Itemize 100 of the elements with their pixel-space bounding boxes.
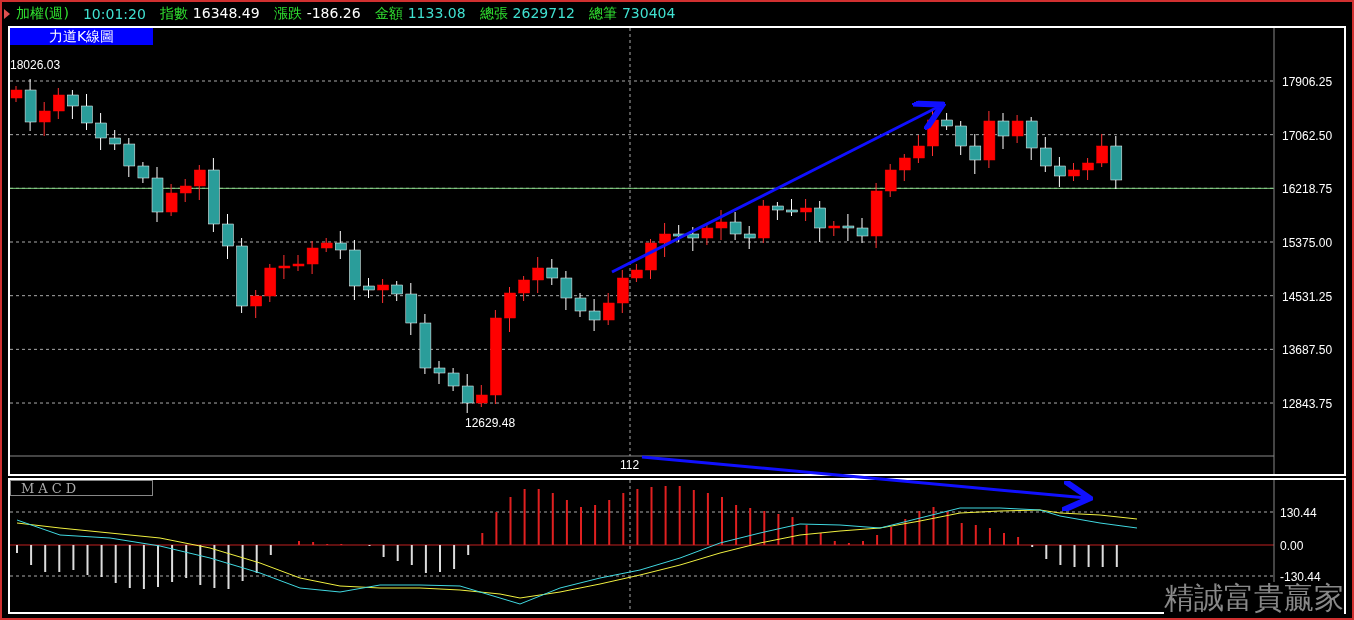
histogram-bar — [495, 511, 498, 546]
histogram-bar — [1031, 544, 1034, 548]
histogram-bar — [594, 504, 597, 546]
field-value: 730404 — [621, 5, 676, 23]
histogram-bar — [340, 543, 343, 546]
histogram-bar — [678, 485, 681, 546]
candlestick — [377, 278, 389, 304]
histogram-bar — [100, 544, 103, 578]
histogram-bar — [269, 544, 272, 556]
candlestick — [729, 211, 742, 241]
histogram-bar — [326, 543, 329, 546]
histogram-bar — [171, 544, 174, 583]
histogram-bar — [749, 507, 752, 546]
candlestick — [222, 213, 234, 260]
histogram-bar — [1059, 544, 1062, 566]
price-axis-label: 12843.75 — [1282, 397, 1333, 411]
candlestick — [194, 164, 206, 201]
candlestick — [913, 134, 925, 164]
macd-axis-label: 130.44 — [1280, 506, 1317, 520]
candlestick — [588, 298, 601, 332]
histogram-bar — [847, 542, 850, 546]
histogram-bar — [833, 540, 836, 546]
histogram-bar — [44, 544, 47, 573]
chart-title-tab[interactable]: 力道K線圖 — [10, 28, 153, 45]
candlestick — [81, 93, 93, 131]
indicator-title: MACD — [10, 480, 153, 496]
candlestick — [800, 198, 812, 222]
histogram-bar — [735, 504, 738, 546]
candlestick — [814, 200, 826, 243]
marker-icon — [4, 9, 10, 19]
histogram-bar — [1115, 544, 1118, 568]
field-label: 總筆 — [588, 5, 617, 23]
price-axis-label: 17062.50 — [1282, 128, 1333, 143]
candlestick — [927, 110, 939, 157]
histogram-bar — [410, 544, 413, 566]
candlestick — [95, 112, 107, 151]
histogram-bar — [692, 489, 695, 546]
candlestick — [532, 256, 544, 294]
candlestick — [250, 289, 262, 319]
candlestick — [476, 384, 488, 408]
candlestick — [786, 198, 798, 217]
field-label: 總張 — [479, 5, 508, 23]
watermark-text: 精誠富貴贏家 — [1164, 582, 1344, 614]
histogram-bar — [30, 544, 33, 566]
candlestick — [53, 87, 65, 120]
candlestick — [405, 282, 418, 336]
candlestick — [899, 153, 911, 182]
histogram-bar — [312, 541, 315, 546]
candlestick — [743, 225, 756, 250]
histogram-bar — [622, 492, 625, 546]
histogram-bar — [1087, 544, 1090, 568]
candlestick — [1110, 135, 1123, 190]
candlestick — [772, 201, 784, 221]
macd-axis-label: -130.44 — [1280, 570, 1321, 584]
histogram-bar — [128, 544, 131, 589]
low-price-label: 12629.48 — [465, 416, 516, 430]
field-value: -186.26 — [306, 5, 361, 23]
histogram-bar — [424, 544, 427, 574]
histogram-bar — [650, 486, 653, 546]
candlestick — [518, 275, 530, 302]
candlestick — [602, 292, 615, 326]
histogram-bar — [706, 492, 709, 546]
histogram-bar — [255, 544, 258, 574]
candlestick — [67, 89, 79, 120]
histogram-bar — [1045, 544, 1048, 560]
candlestick — [363, 277, 375, 299]
histogram-bar — [565, 499, 568, 546]
field-value: 2629712 — [512, 5, 575, 23]
candlestick — [687, 226, 700, 252]
histogram-bar — [890, 526, 893, 546]
histogram-bar — [918, 510, 921, 546]
histogram-bar — [608, 499, 611, 546]
histogram-bar — [946, 510, 949, 546]
price-axis-label: 16218.75 — [1282, 182, 1333, 197]
histogram-bar — [86, 544, 89, 576]
histogram-bar — [58, 544, 61, 573]
candlestick — [955, 120, 967, 156]
histogram-bar — [1073, 544, 1076, 568]
histogram-bar — [974, 524, 977, 546]
candlestick — [758, 199, 770, 244]
histogram-bar — [876, 534, 879, 546]
histogram-bar — [481, 532, 484, 546]
market-title: 加權(週) — [16, 5, 69, 23]
histogram-bar — [551, 492, 554, 546]
candlestick — [941, 112, 953, 131]
candlestick — [701, 222, 714, 246]
macd-axis-label: 0.00 — [1280, 539, 1304, 553]
price-axis-label: 17906.25 — [1282, 75, 1333, 89]
candlestick — [1096, 133, 1108, 168]
candlestick — [645, 238, 657, 280]
histogram-bar — [72, 544, 75, 571]
histogram-bar — [523, 488, 526, 546]
histogram-bar — [142, 544, 145, 590]
histogram-bar — [763, 510, 766, 546]
candlestick — [673, 224, 685, 243]
histogram-bar — [664, 485, 667, 546]
price-axis-label: 14531.25 — [1282, 289, 1333, 304]
histogram-bar — [932, 506, 935, 546]
candlestick — [969, 133, 982, 175]
price-axis-label: 13687.50 — [1282, 343, 1333, 358]
